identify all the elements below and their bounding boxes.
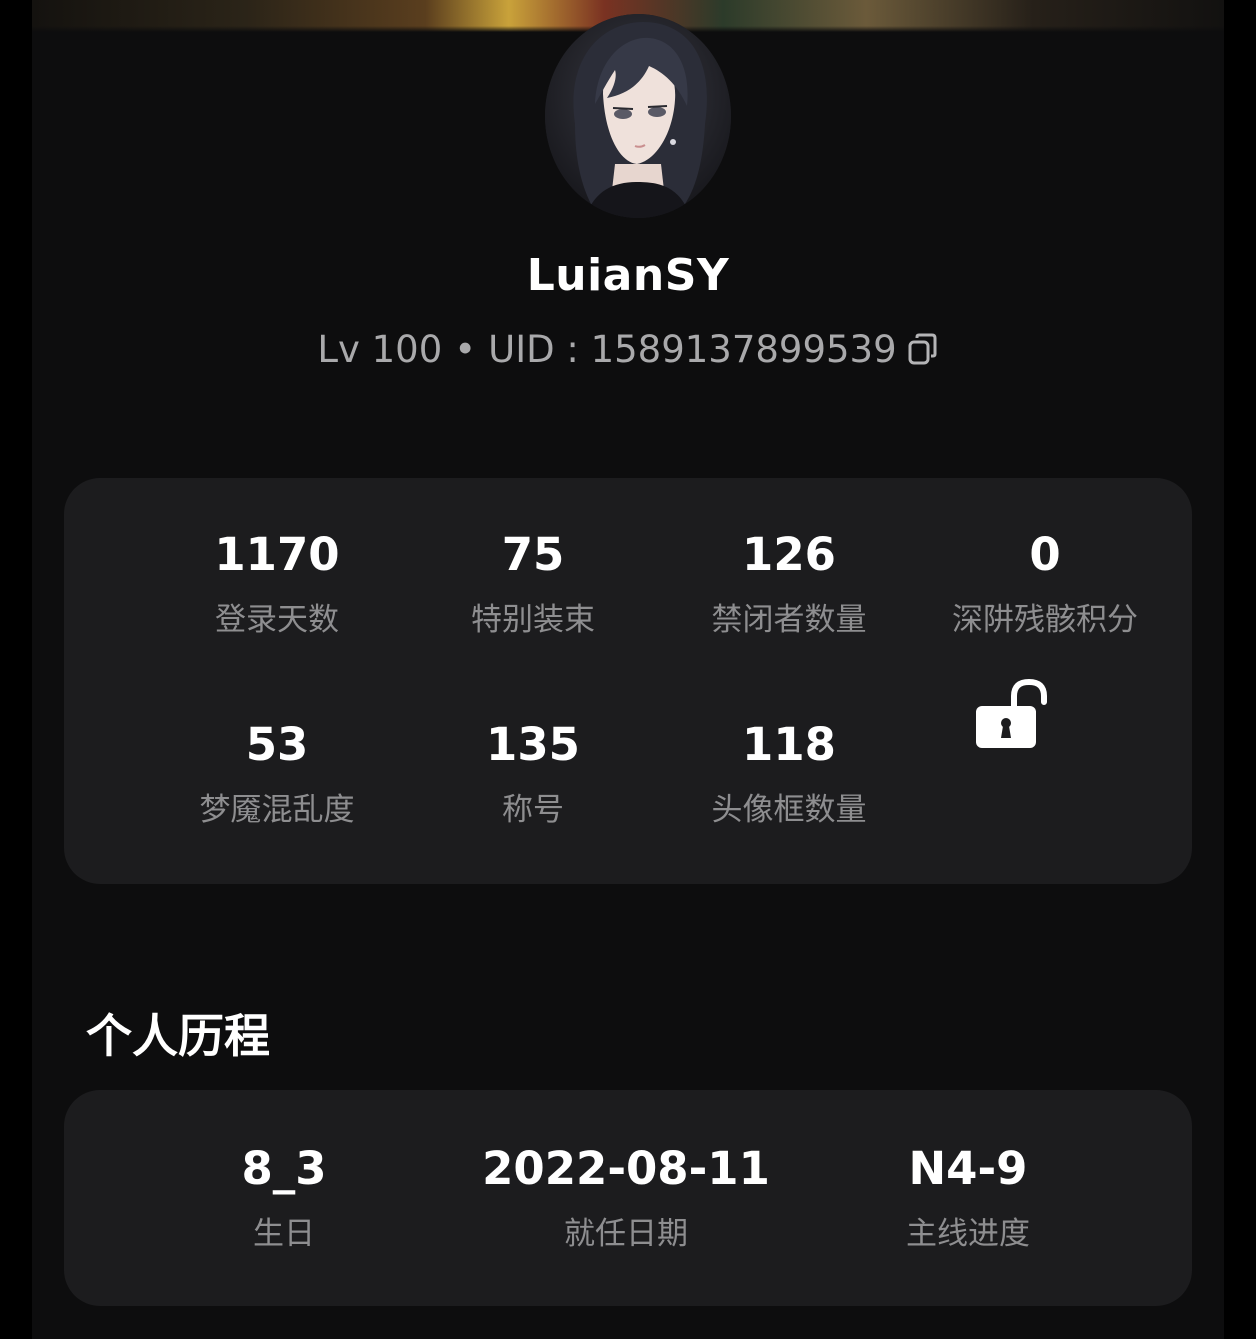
history-label: 主线进度 [906, 1216, 1030, 1252]
stat-value: 126 [742, 528, 836, 581]
level-text: Lv 100 [317, 328, 443, 371]
history-value: 2022-08-11 [482, 1142, 770, 1195]
stat-label: 头像框数量 [711, 792, 867, 828]
stats-card: 1170 登录天数 75 特别装束 126 禁闭者数量 0 深阱残骸积分 53 … [64, 478, 1192, 884]
history-label: 就任日期 [564, 1216, 688, 1252]
right-edge [1224, 0, 1256, 1339]
level-uid-line: Lv 100 • UID : 1589137899539 [32, 328, 1224, 375]
stat-label: 禁闭者数量 [711, 602, 867, 638]
history-label: 生日 [253, 1216, 315, 1252]
avatar[interactable] [545, 14, 731, 218]
avatar-portrait [545, 14, 731, 218]
uid-text: UID : 1589137899539 [488, 328, 897, 371]
stat-label: 梦魇混乱度 [199, 792, 355, 828]
stat-value: 75 [501, 528, 565, 581]
history-birthday: 8_3 生日 [204, 1146, 364, 1250]
stat-avatar-frames: 118 头像框数量 [661, 722, 917, 826]
stat-abyss-score: 0 深阱残骸积分 [917, 532, 1173, 636]
stat-value: 0 [1029, 528, 1061, 581]
username: LuianSY [526, 250, 730, 301]
history-value: 8_3 [241, 1142, 327, 1195]
profile-page: LuianSY Lv 100 • UID : 1589137899539 1170 … [32, 0, 1224, 1339]
history-section-title: 个人历程 [86, 1009, 270, 1063]
stat-sinners-count: 126 禁闭者数量 [661, 532, 917, 636]
left-edge [0, 0, 32, 1339]
unlock-icon[interactable] [974, 676, 1050, 752]
copy-icon[interactable] [907, 332, 939, 375]
stat-value: 1170 [214, 528, 340, 581]
history-value: N4-9 [908, 1142, 1028, 1195]
history-appointment-date: 2022-08-11 就任日期 [476, 1146, 776, 1250]
stat-label: 登录天数 [215, 602, 339, 638]
stat-value: 135 [486, 718, 580, 771]
stat-value: 53 [245, 718, 309, 771]
separator-dot: • [454, 328, 477, 371]
stat-value: 118 [742, 718, 836, 771]
stat-special-outfits: 75 特别装束 [405, 532, 661, 636]
stat-label: 特别装束 [471, 602, 595, 638]
stat-titles: 135 称号 [405, 722, 661, 826]
history-card: 8_3 生日 2022-08-11 就任日期 N4-9 主线进度 [64, 1090, 1192, 1306]
stat-login-days: 1170 登录天数 [149, 532, 405, 636]
history-main-progress: N4-9 主线进度 [868, 1146, 1068, 1250]
stat-label: 深阱残骸积分 [952, 602, 1138, 638]
stat-label: 称号 [502, 792, 564, 828]
stat-nightmare-chaos: 53 梦魇混乱度 [149, 722, 405, 826]
